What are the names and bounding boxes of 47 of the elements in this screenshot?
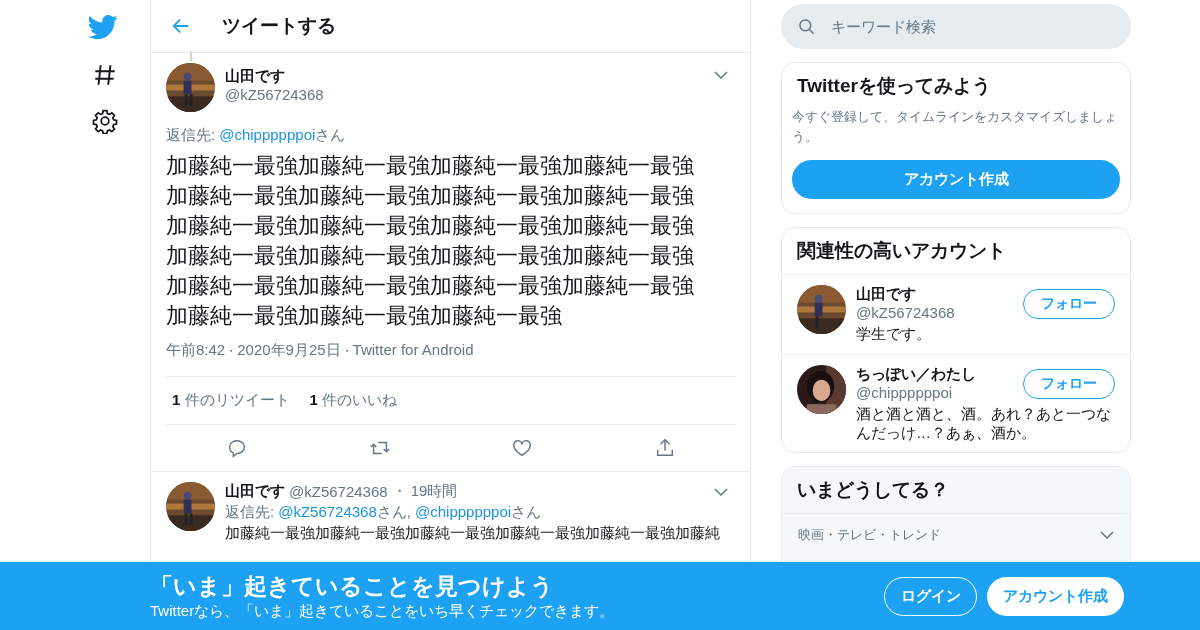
banner-title: 「いま」起きていることを見つけよう <box>150 572 555 601</box>
account-name[interactable]: ちっぽい／わたし <box>856 364 976 384</box>
card-title: Twitterを使ってみよう <box>796 74 992 98</box>
chevron-down-icon[interactable] <box>714 487 728 496</box>
chevron-down-icon[interactable] <box>1100 531 1114 540</box>
bird-logo-icon[interactable] <box>88 12 118 42</box>
tweet-time[interactable]: 19時間 <box>410 482 458 501</box>
tweet-date[interactable]: 2020年9月25日 <box>237 341 341 358</box>
create-account-button[interactable]: アカウント作成 <box>792 160 1120 199</box>
account-handle[interactable]: @kZ56724368 <box>856 304 955 321</box>
banner-text: Twitterなら、「いま」起きていることをいち早くチェックできます。 <box>150 602 616 621</box>
page-title: ツイートする <box>222 14 336 38</box>
account-bio: 酒と酒と酒と、酒。あれ？あと一つなんだっけ…？あぁ、酒か。 <box>856 404 1112 443</box>
card-title: いまどうしてる？ <box>782 467 1130 515</box>
mention-link[interactable]: @kZ56724368 <box>278 503 377 520</box>
reply-text: 加藤純一最強加藤純一最強加藤純一最強加藤純一最強加藤純一最強加藤純 <box>225 524 721 543</box>
card-title: 関連性の高いアカウント <box>782 228 1130 275</box>
separator-dot: ・ <box>225 344 238 358</box>
heart-icon[interactable] <box>511 437 534 459</box>
reply-to-line: 返信先: @kZ56724368さん, @chippppppoiさん <box>225 503 543 522</box>
mention-link[interactable]: @chippppppoi <box>219 126 316 143</box>
trend-category: 映画・テレビ・トレンド <box>798 526 941 545</box>
user-name[interactable]: 山田です <box>225 482 285 501</box>
hashtag-icon[interactable] <box>92 62 118 88</box>
signup-text: 今すぐ登録して、タイムラインをカスタマイズしましょう。 <box>792 108 1118 146</box>
tweet-text: 加藤純一最強加藤純一最強加藤純一最強加藤純一最強加藤純一最強加藤純一最強加藤純一最強加藤純一最強加藤純一最強加藤純一最強加藤純一最強加藤純一最強加藤純一最強加藤純一最強加藤純一最強加藤純一最強加藤純一最強加藤純一最強加藤純一最強加藤純一最強加藤純一最強加藤純一最強加藤純一最強 <box>166 152 695 330</box>
account-handle[interactable]: @chippppppoi <box>856 383 953 401</box>
login-button[interactable]: ログイン <box>884 576 977 616</box>
create-account-button[interactable]: アカウント作成 <box>987 576 1124 616</box>
user-handle[interactable]: @kZ56724368 <box>225 86 714 103</box>
user-name[interactable]: 山田です <box>225 67 714 86</box>
mention-link[interactable]: @chippppppoi <box>415 503 512 520</box>
account-name[interactable]: 山田です <box>856 285 916 304</box>
search-icon <box>797 16 817 37</box>
chevron-down-icon[interactable] <box>714 71 728 79</box>
stat-link[interactable]: 1 件のいいね <box>309 391 398 410</box>
separator-dot: ・ <box>391 482 407 501</box>
follow-button[interactable]: フォロー <box>1023 289 1115 319</box>
settings-icon[interactable] <box>92 108 118 134</box>
follow-button[interactable]: フォロー <box>1023 368 1115 399</box>
account-bio: 学生です。 <box>856 325 931 344</box>
separator-dot: ・ <box>340 344 353 358</box>
tweet-timestamp[interactable]: 午前8:42 <box>166 341 226 358</box>
reply-to-line: 返信先: @chippppppoiさん <box>166 126 347 145</box>
user-handle[interactable]: @kZ56724368 <box>289 483 388 500</box>
tweet-source[interactable]: Twitter for Android <box>352 341 474 358</box>
stat-link[interactable]: 1 件のリツイート <box>172 391 290 410</box>
